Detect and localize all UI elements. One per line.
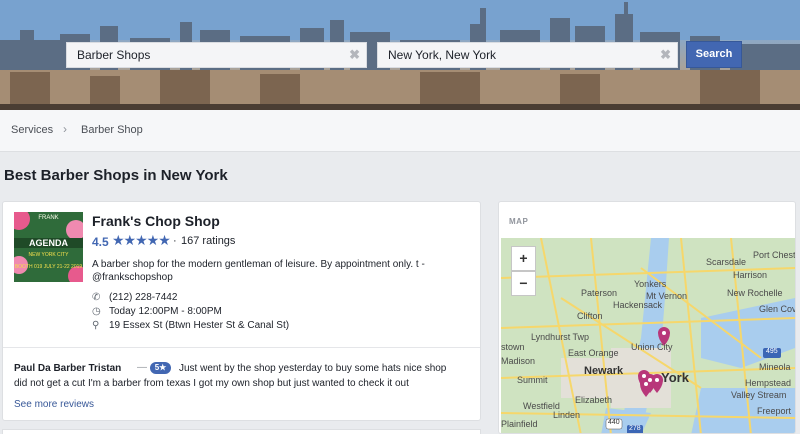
business-description: A barber shop for the modern gentleman o… (92, 259, 425, 283)
thumbnail-banner: AGENDA (14, 238, 83, 248)
review-text-line-1: Just went by the shop yesterday to buy s… (179, 363, 447, 374)
location-pin-icon: ⚲ (92, 320, 100, 331)
search-button[interactable]: Search (686, 41, 742, 68)
map-label-yonkers: Yonkers (634, 279, 667, 289)
map-label-port-chester: Port Chester (753, 250, 795, 260)
map-label-summit: Summit (517, 375, 548, 385)
map-label-clifton: Clifton (577, 311, 603, 321)
see-more-reviews-link[interactable]: See more reviews (14, 399, 94, 410)
search-location-value: New York, New York (388, 48, 497, 62)
map-label-harrison: Harrison (733, 270, 768, 280)
review-dash: — (137, 362, 147, 373)
phone-row: ✆ (212) 228-7442 (92, 292, 177, 303)
divider (3, 347, 480, 348)
map-label-elizabeth: Elizabeth (575, 395, 613, 405)
breadcrumb-services[interactable]: Services (11, 124, 53, 136)
map-title: MAP (509, 217, 529, 226)
thumbnail-booth: BOOTH 019 JULY 21-22 2019 (14, 264, 83, 270)
review-text-line-2: did not get a cut I'm a barber from texa… (14, 378, 409, 389)
page-title: Best Barber Shops in New York (4, 167, 228, 184)
phone-number[interactable]: (212) 228-7442 (109, 292, 177, 303)
address-row: ⚲ 19 Essex St (Btwn Hester St & Canal St) (92, 320, 289, 331)
map-label-valley-stream: Valley Stream (731, 390, 787, 400)
zoom-in-button[interactable]: + (511, 246, 536, 271)
business-hours: Today 12:00PM - 8:00PM (109, 306, 222, 317)
highway-440-label: 440 (608, 419, 620, 426)
map-label-hempstead: Hempstead (745, 378, 792, 388)
business-thumbnail[interactable]: FRANK AGENDA NEW YORK CITY BOOTH 019 JUL… (14, 212, 83, 282)
search-query-value: Barber Shops (77, 48, 151, 62)
map-label-lyndhurst: Lyndhurst Twp (531, 332, 590, 342)
map-label-plainfield: Plainfield (501, 419, 538, 429)
phone-icon: ✆ (92, 292, 101, 303)
thumbnail-top-text: FRANK (38, 215, 59, 221)
zoom-out-button[interactable]: − (511, 271, 536, 296)
map-label-union-city: Union City (631, 342, 673, 352)
clear-location-icon[interactable]: ✖ (660, 47, 671, 63)
map-label-mineola: Mineola (759, 362, 791, 372)
clock-icon: ◷ (92, 306, 101, 317)
map-label-east-orange: East Orange (568, 348, 619, 358)
search-query-input[interactable]: Barber Shops ✖ (66, 42, 367, 68)
search-location-input[interactable]: New York, New York ✖ (377, 42, 678, 68)
highway-495-label: 495 (766, 348, 778, 355)
breadcrumb-barber-shop[interactable]: Barber Shop (81, 124, 143, 136)
map-card: MAP + − Yonkers Mt Vernon Scarsdale Port… (498, 201, 796, 434)
map-view[interactable]: + − Yonkers Mt Vernon Scarsdale Port Che… (501, 238, 795, 433)
rating-value: 4.5 (92, 235, 109, 249)
business-address: 19 Essex St (Btwn Hester St & Canal St) (109, 320, 290, 331)
map-label-newark: Newark (584, 365, 624, 377)
rating-stars-icon: ★★★★★ (112, 232, 171, 248)
map-label-madison: Madison (501, 356, 536, 366)
map-label-freeport: Freeport (757, 406, 792, 416)
review-author[interactable]: Paul Da Barber Tristan (14, 363, 121, 374)
map-label-new-rochelle: New Rochelle (727, 288, 783, 298)
map-label-scarsdale: Scarsdale (706, 257, 747, 267)
map-label-hackensack: Hackensack (613, 300, 663, 310)
map-label-stown: stown (501, 342, 525, 352)
clear-query-icon[interactable]: ✖ (349, 47, 360, 63)
map-label-linden: Linden (553, 410, 581, 420)
map-label-glen-cove: Glen Cove (759, 304, 795, 314)
business-name[interactable]: Frank's Chop Shop (92, 213, 220, 229)
map-label-new-york: York (661, 370, 689, 385)
next-listing-card (2, 429, 481, 434)
listing-card: FRANK AGENDA NEW YORK CITY BOOTH 019 JUL… (2, 201, 481, 421)
hours-row: ◷ Today 12:00PM - 8:00PM (92, 306, 222, 317)
breadcrumb-separator-icon: › (63, 122, 67, 136)
breadcrumb: Services › Barber Shop (0, 110, 800, 152)
highway-278-label: 278 (629, 425, 641, 432)
thumbnail-sub: NEW YORK CITY (28, 252, 69, 258)
hero-banner: Barber Shops ✖ New York, New York ✖ Sear… (0, 0, 800, 110)
map-label-paterson: Paterson (581, 288, 618, 298)
ratings-count[interactable]: 167 ratings (181, 235, 235, 247)
review-rating-badge: 5★ (150, 362, 171, 374)
rating-separator: · (173, 235, 177, 247)
